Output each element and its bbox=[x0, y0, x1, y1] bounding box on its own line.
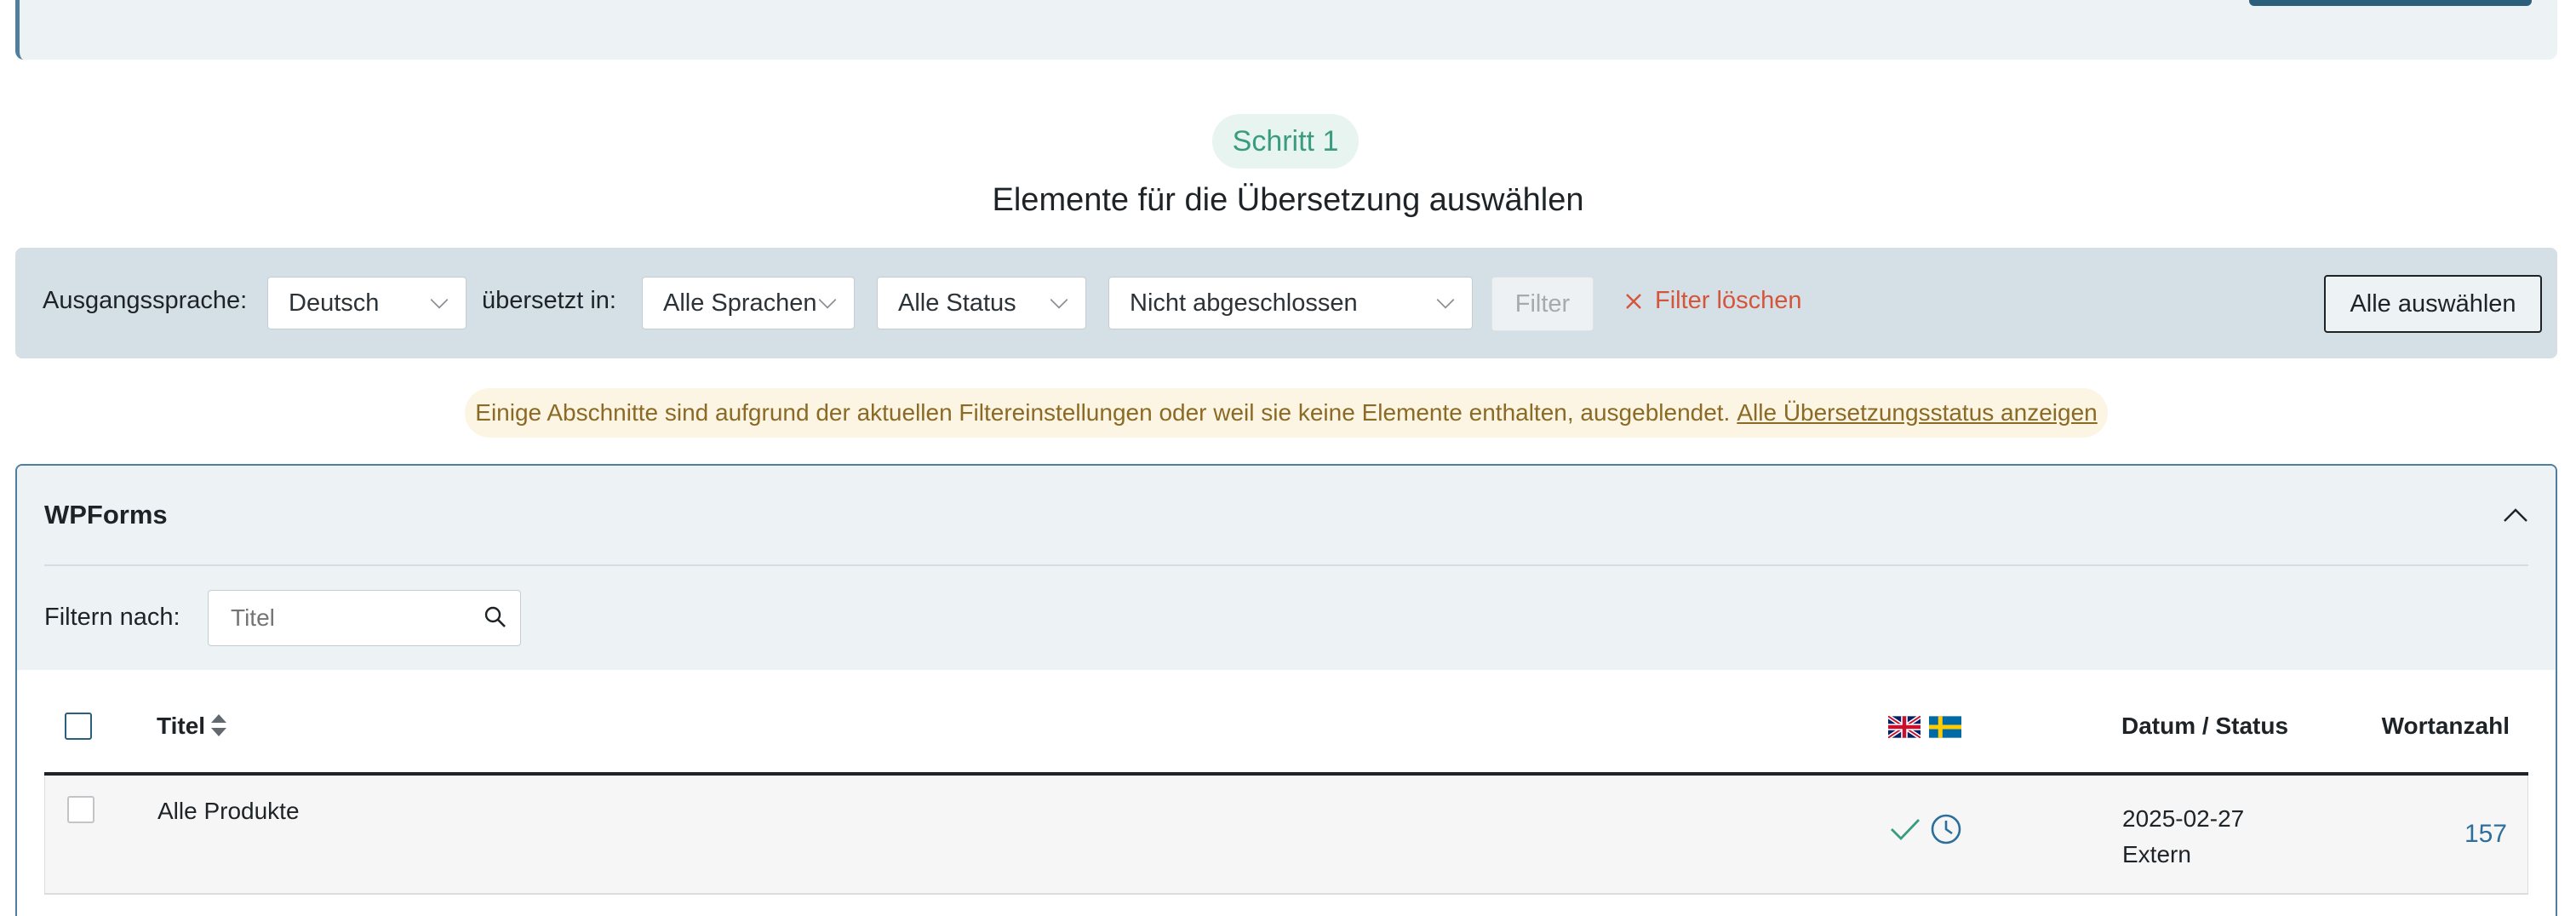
step-title: Elemente für die Übersetzung auswählen bbox=[992, 182, 1584, 218]
wpforms-section: WPForms Filtern nach: Titel Titel Datum … bbox=[15, 464, 2557, 916]
top-panel bbox=[15, 0, 2557, 60]
chevron-down-icon bbox=[1050, 299, 1068, 309]
close-icon bbox=[1626, 293, 1641, 309]
chevron-down-icon bbox=[430, 299, 449, 309]
top-action-button[interactable] bbox=[2249, 0, 2532, 6]
select-all-checkbox[interactable] bbox=[65, 713, 92, 740]
row-word-count[interactable]: 157 bbox=[2464, 820, 2507, 849]
row-title[interactable]: Alle Produkte bbox=[157, 798, 300, 825]
translated-into-label: übersetzt in: bbox=[482, 287, 616, 314]
clock-icon[interactable] bbox=[1930, 813, 1962, 845]
row-checkbox[interactable] bbox=[67, 796, 94, 823]
notice-text: Einige Abschnitte sind aufgrund der aktu… bbox=[475, 399, 1731, 426]
step-badge: Schritt 1 bbox=[1212, 114, 1359, 169]
status-select[interactable]: Alle Status bbox=[877, 277, 1086, 329]
table-header: Titel Datum / Status Wortanzahl bbox=[44, 670, 2528, 776]
row-date-status: 2025-02-27 Extern bbox=[2122, 801, 2244, 873]
select-all-button[interactable]: Alle auswählen bbox=[2324, 275, 2542, 333]
filter-bar: Ausgangssprache: Deutsch übersetzt in: A… bbox=[15, 248, 2557, 358]
filter-by-label: Filtern nach: bbox=[44, 604, 180, 631]
filter-button[interactable]: Filter bbox=[1491, 277, 1594, 331]
show-all-status-link[interactable]: Alle Übersetzungsstatus anzeigen bbox=[1737, 399, 2097, 427]
check-icon[interactable] bbox=[1889, 816, 1921, 842]
target-language-select[interactable]: Alle Sprachen bbox=[642, 277, 855, 329]
date-status-column-header: Datum / Status bbox=[2121, 713, 2289, 739]
clear-filter-label: Filter löschen bbox=[1655, 287, 1802, 314]
title-column-header[interactable]: Titel bbox=[157, 713, 205, 740]
status-value: Alle Status bbox=[898, 289, 1016, 317]
source-language-select[interactable]: Deutsch bbox=[267, 277, 467, 329]
row-date: 2025-02-27 bbox=[2122, 805, 2245, 832]
chevron-down-icon bbox=[818, 299, 837, 309]
english-flag-icon bbox=[1888, 716, 1921, 738]
completion-select[interactable]: Nicht abgeschlossen bbox=[1108, 277, 1473, 329]
title-search-input[interactable] bbox=[208, 590, 521, 646]
row-status: Extern bbox=[2122, 841, 2191, 867]
section-title: WPForms bbox=[44, 500, 168, 530]
sort-icon[interactable] bbox=[209, 713, 228, 738]
filter-notice: Einige Abschnitte sind aufgrund der aktu… bbox=[465, 388, 2108, 438]
chevron-down-icon bbox=[1436, 299, 1455, 309]
swedish-flag-icon bbox=[1929, 716, 1961, 738]
chevron-up-icon[interactable] bbox=[2501, 501, 2530, 530]
source-language-label: Ausgangssprache: bbox=[43, 287, 248, 314]
source-language-value: Deutsch bbox=[289, 289, 380, 317]
search-icon[interactable] bbox=[484, 605, 507, 629]
completion-value: Nicht abgeschlossen bbox=[1130, 289, 1358, 317]
section-divider bbox=[44, 564, 2528, 566]
table-row[interactable]: Alle Produkte 2025-02-27 Extern 157 bbox=[44, 776, 2528, 895]
section-header: WPForms Filtern nach: bbox=[17, 466, 2556, 670]
word-count-column-header: Wortanzahl bbox=[2381, 713, 2510, 739]
target-language-value: Alle Sprachen bbox=[663, 289, 817, 317]
clear-filter-link[interactable]: Filter löschen bbox=[1624, 287, 1801, 315]
